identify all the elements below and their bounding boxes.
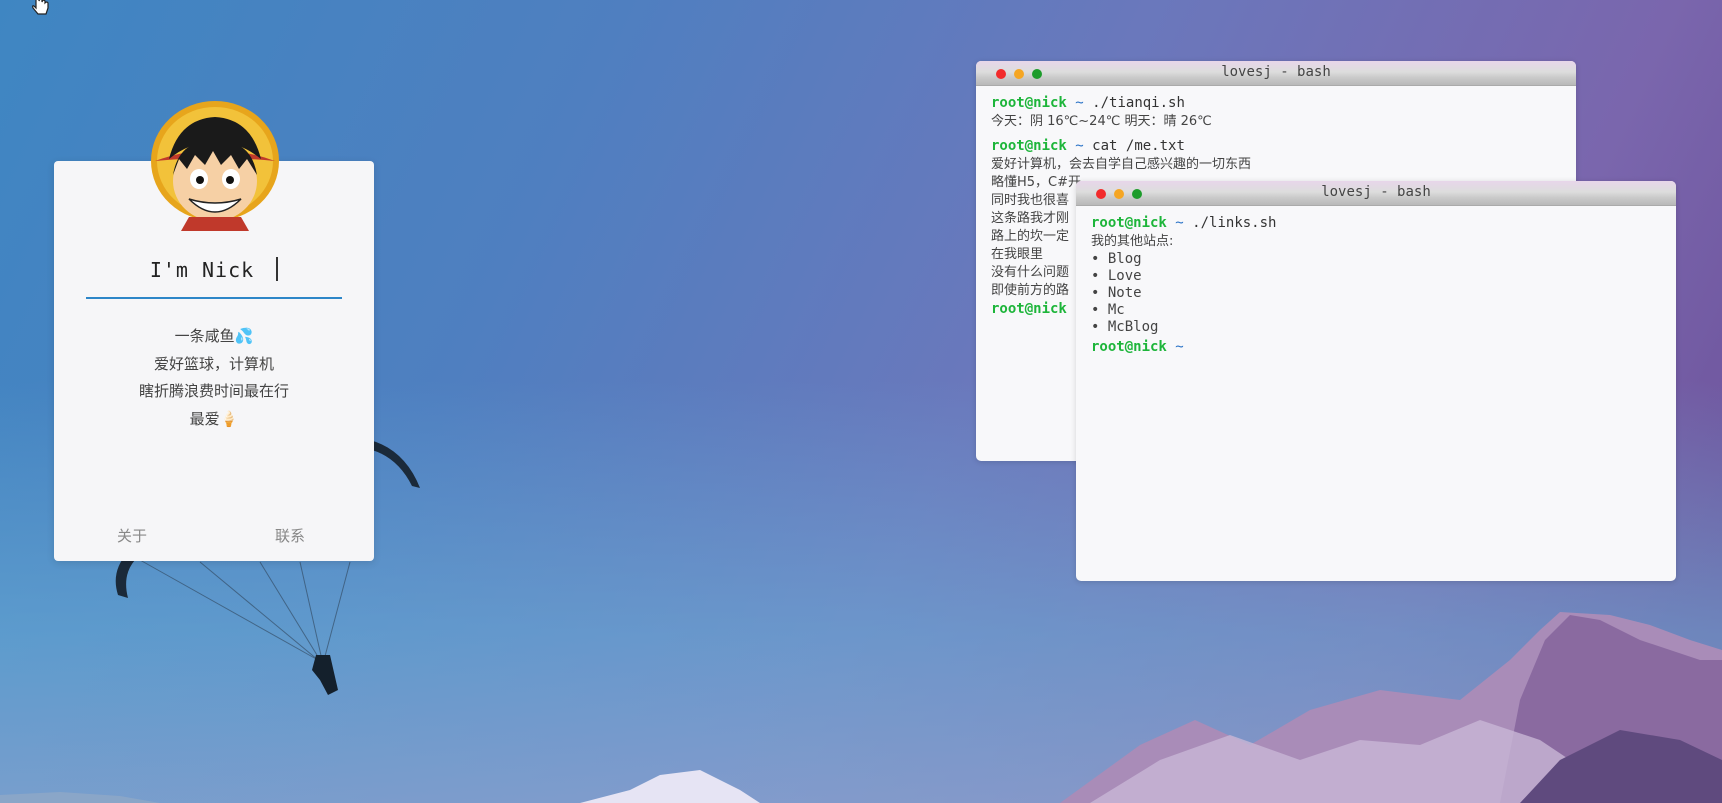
prompt-line: root@nick ~ cat /me.txt (991, 137, 1561, 156)
terminal-body: root@nick ~ ./links.sh 我的其他站点: • Blog • … (1076, 206, 1676, 365)
about-link[interactable]: 关于 (117, 525, 147, 546)
site-link-label[interactable]: McBlog (1108, 319, 1159, 335)
command-text: ./tianqi.sh (1092, 95, 1185, 111)
site-link-love[interactable]: • Love (1091, 268, 1661, 285)
site-link-label[interactable]: Love (1108, 268, 1142, 284)
bio-line: 最爱🍦 (189, 409, 239, 428)
prompt-user: root@nick (1091, 215, 1167, 231)
prompt-tilde: ~ (1075, 95, 1084, 111)
prompt-tilde: ~ (1175, 339, 1184, 355)
bio: 一条咸鱼💦 爱好篮球，计算机 瞎折腾浪费时间最在行 最爱🍦 (54, 323, 374, 433)
prompt-user: root@nick (1091, 339, 1167, 355)
prompt-user: root@nick (991, 95, 1067, 111)
site-link-mc[interactable]: • Mc (1091, 302, 1661, 319)
site-link-blog[interactable]: • Blog (1091, 251, 1661, 268)
prompt-line: root@nick ~ (1091, 338, 1661, 357)
prompt-line: root@nick ~ ./links.sh (1091, 214, 1661, 233)
prompt-line: root@nick ~ ./tianqi.sh (991, 94, 1561, 113)
hand-cursor-icon (32, 0, 49, 15)
bio-line: 爱好篮球，计算机 (153, 354, 274, 373)
avatar (151, 101, 279, 231)
command-text: cat /me.txt (1092, 138, 1185, 154)
terminal-titlebar[interactable]: lovesj - bash (1076, 181, 1676, 206)
terminal-title: lovesj - bash (1221, 64, 1331, 80)
terminal-titlebar[interactable]: lovesj - bash (976, 61, 1576, 86)
terminal-window-front[interactable]: lovesj - bash root@nick ~ ./links.sh 我的其… (1076, 181, 1676, 581)
contact-link[interactable]: 联系 (275, 525, 305, 546)
me-line: 爱好计算机，会去自学自己感兴趣的一切东西 (991, 157, 1252, 172)
terminal-title: lovesj - bash (1321, 184, 1431, 200)
profile-card: I'm Nick 一条咸鱼💦 爱好篮球，计算机 瞎折腾浪费时间最在行 最爱🍦 关… (54, 101, 374, 561)
weather-output: 今天：阴 16℃~24℃ 明天：晴 26℃ (991, 114, 1212, 129)
links-heading: 我的其他站点: (1091, 234, 1174, 249)
bio-line: 一条咸鱼💦 (174, 327, 254, 345)
typing-caret (276, 257, 279, 281)
prompt-user: root@nick (991, 301, 1067, 317)
command-text: ./links.sh (1192, 215, 1277, 231)
site-link-note[interactable]: • Note (1091, 285, 1661, 302)
prompt-tilde: ~ (1075, 138, 1084, 154)
accent-divider (86, 297, 342, 299)
name-text: I'm Nick (149, 258, 255, 282)
name-heading: I'm Nick (54, 257, 374, 282)
bio-line: 瞎折腾浪费时间最在行 (138, 382, 289, 400)
prompt-user: root@nick (991, 138, 1067, 154)
site-link-label[interactable]: Note (1108, 285, 1142, 301)
site-link-label[interactable]: Mc (1108, 302, 1125, 318)
site-link-mcblog[interactable]: • McBlog (1091, 319, 1661, 336)
prompt-tilde: ~ (1175, 215, 1184, 231)
site-link-label[interactable]: Blog (1108, 251, 1142, 267)
